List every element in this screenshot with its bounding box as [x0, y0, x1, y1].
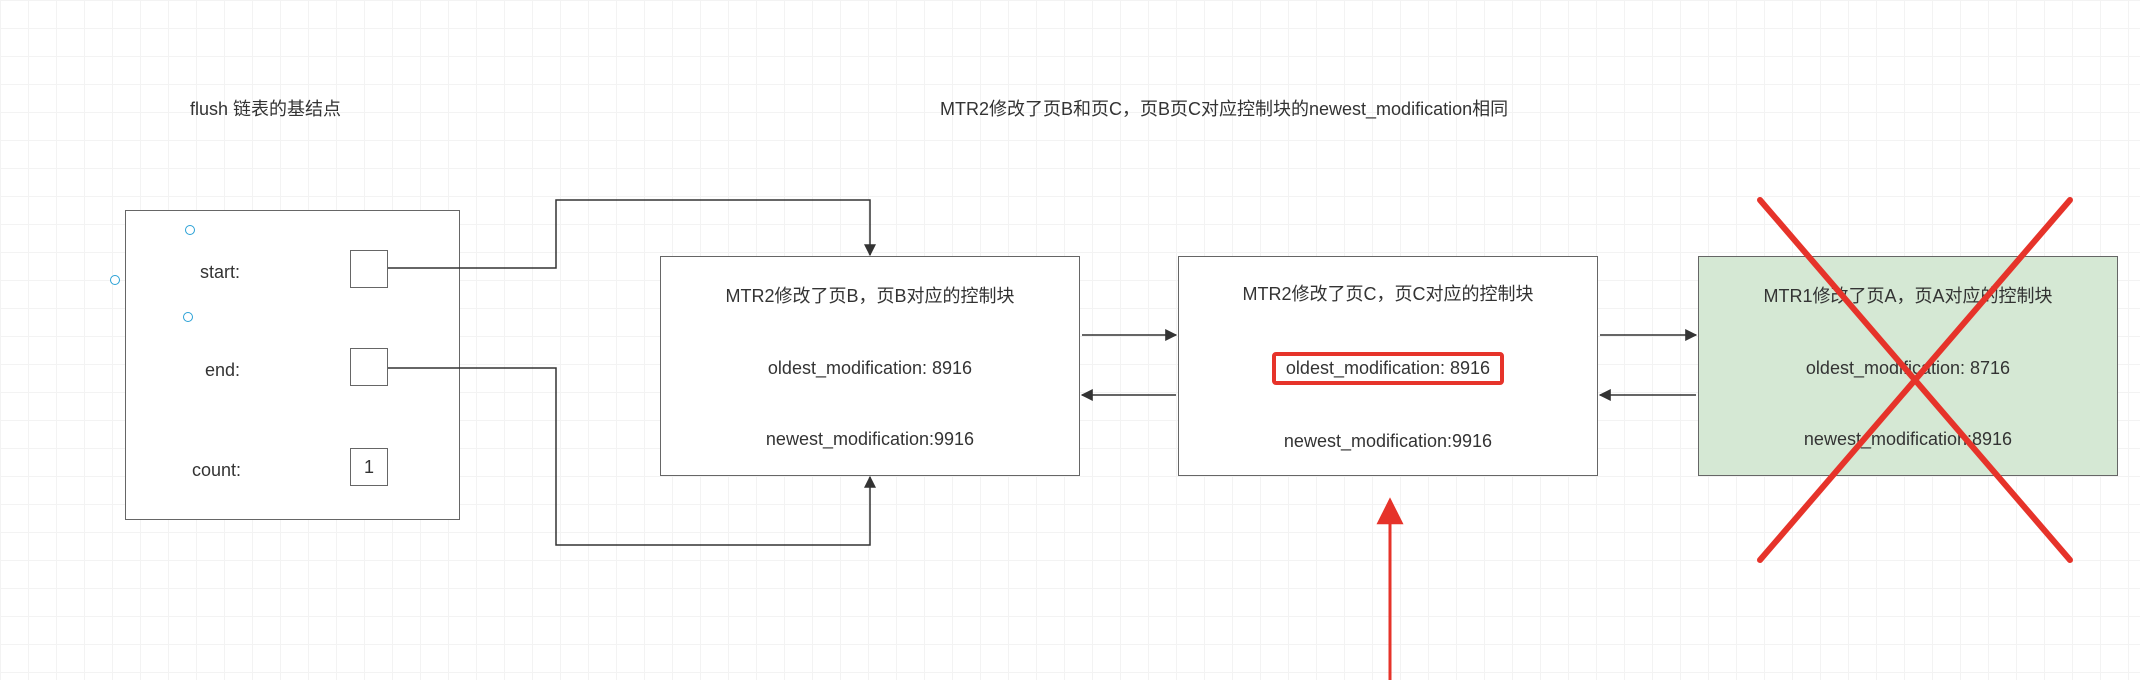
block-a-title: MTR1修改了页A，页A对应的控制块 [1763, 274, 2052, 316]
block-c-oldest-highlight: oldest_modification: 8916 [1272, 352, 1504, 385]
count-box: 1 [350, 448, 388, 486]
flush-base-node [125, 210, 460, 520]
block-b: MTR2修改了页B，页B对应的控制块 oldest_modification: … [660, 256, 1080, 476]
block-a-newest: newest_modification:8916 [1804, 421, 2012, 458]
block-c: MTR2修改了页C，页C对应的控制块 oldest_modification: … [1178, 256, 1598, 476]
block-a-oldest: oldest_modification: 8716 [1806, 350, 2010, 387]
dot-icon [185, 225, 195, 235]
mtr2-title: MTR2修改了页B和页C，页B页C对应控制块的newest_modificati… [940, 95, 1508, 121]
diagram-canvas: flush 链表的基结点 MTR2修改了页B和页C，页B页C对应控制块的newe… [0, 0, 2140, 680]
block-c-title: MTR2修改了页C，页C对应的控制块 [1243, 272, 1534, 314]
end-label: end: [205, 360, 240, 381]
start-box [350, 250, 388, 288]
block-a: MTR1修改了页A，页A对应的控制块 oldest_modification: … [1698, 256, 2118, 476]
block-c-oldest: oldest_modification: 8916 [1286, 358, 1490, 378]
dot-icon [110, 275, 120, 285]
block-b-newest: newest_modification:9916 [766, 421, 974, 458]
block-b-oldest: oldest_modification: 8916 [768, 350, 972, 387]
count-value: 1 [364, 457, 374, 477]
start-label: start: [200, 262, 240, 283]
block-b-title: MTR2修改了页B，页B对应的控制块 [725, 274, 1014, 316]
end-box [350, 348, 388, 386]
dot-icon [183, 312, 193, 322]
count-label: count: [192, 460, 241, 481]
flush-title: flush 链表的基结点 [190, 95, 341, 121]
block-c-newest: newest_modification:9916 [1284, 423, 1492, 460]
